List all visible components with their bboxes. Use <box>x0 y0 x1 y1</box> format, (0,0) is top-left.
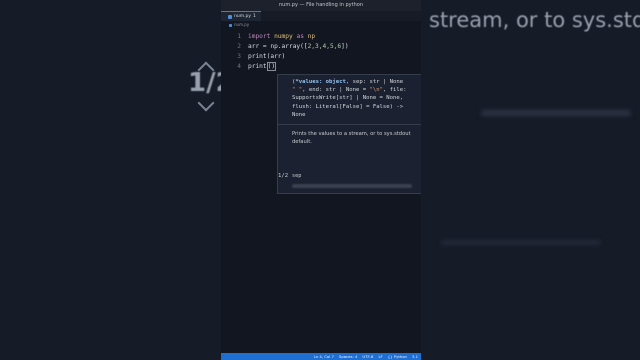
code-line: 4 print() <box>221 62 277 71</box>
status-python-version[interactable]: 3.1 <box>412 354 418 359</box>
doc-text: Prints the values to a stream, or to sys… <box>278 127 421 148</box>
tab-bar: num.py 1 <box>221 11 421 21</box>
sig-rest: , sep: str | None <box>345 79 404 85</box>
code-text: ]) <box>341 43 349 50</box>
line-code: print() <box>248 62 277 71</box>
python-file-icon <box>229 23 232 27</box>
line-number: 2 <box>237 43 241 50</box>
status-bar: Ln 4, Col 7 Spaces: 4 UTF-8 LF {} Python… <box>221 353 421 360</box>
line-number: 1 <box>237 33 241 40</box>
code-text: arr = np.array([ <box>248 43 308 50</box>
sig-line: flush: Literal[False] = False) -> <box>292 103 404 110</box>
signature-help-popup[interactable]: (*values: object, sep: str | None " ", e… <box>277 74 421 194</box>
keyword-import: import <box>248 33 271 40</box>
status-language[interactable]: {} Python <box>388 354 407 359</box>
python-file-icon <box>228 14 232 19</box>
background-right: stream, or to sys.stdout <box>421 0 640 360</box>
keyword-as: as <box>296 33 304 40</box>
window-title: num.py — File handling in python <box>221 0 421 11</box>
module-alias: np <box>307 33 316 40</box>
active-parameter: *values: object <box>295 79 346 85</box>
background-doc-text: stream, or to sys.stdout <box>429 8 640 32</box>
breadcrumb[interactable]: num.py <box>221 21 421 29</box>
sig-rest: , end: str | None = <box>302 87 370 94</box>
sig-line: SupportsWrite[str] | None = None, <box>292 95 404 102</box>
status-cursor-position[interactable]: Ln 4, Col 7 <box>314 354 334 359</box>
doc-more-blur <box>292 184 412 188</box>
tab-label: num.py <box>234 14 252 19</box>
code-line: 2 arr = np.array([2,3,4,5,6]) <box>221 42 349 51</box>
line-number: 4 <box>237 63 241 70</box>
status-eol[interactable]: LF <box>378 354 382 359</box>
code-editor[interactable]: 1 import numpy as np 2 arr = np.array([2… <box>221 29 421 347</box>
divider <box>278 124 421 125</box>
line-code: print(arr) <box>248 53 286 60</box>
background-blur-line <box>441 240 601 245</box>
code-numbers: 2,3,4,5,6 <box>307 43 342 50</box>
code-line: 3 print(arr) <box>221 52 285 61</box>
line-number: 3 <box>237 53 241 60</box>
doc-line: default. <box>292 138 312 145</box>
background-left: 1/2 <box>0 0 221 360</box>
editor-window: num.py — File handling in python num.py … <box>221 0 421 360</box>
signature-text: (*values: object, sep: str | None " ", e… <box>278 75 421 122</box>
breadcrumb-file: num.py <box>234 22 250 27</box>
sig-line: None <box>292 111 306 118</box>
tab-num-py[interactable]: num.py 1 <box>221 11 261 21</box>
overload-pager[interactable]: 1/2 <box>278 173 288 179</box>
status-indentation[interactable]: Spaces: 4 <box>339 354 357 359</box>
problems-badge: 1 <box>253 14 256 19</box>
bracket-match: () <box>266 62 277 71</box>
background-blur-line <box>481 110 631 116</box>
line-code: arr = np.array([2,3,4,5,6]) <box>248 43 349 50</box>
line-code: import numpy as np <box>248 33 315 40</box>
doc-line: Prints the values to a stream, or to sys… <box>292 130 411 137</box>
param-sep-label: sep <box>292 173 302 179</box>
code-line: 1 import numpy as np <box>221 32 315 41</box>
status-encoding[interactable]: UTF-8 <box>362 354 373 359</box>
code-text: print <box>248 63 267 70</box>
sig-rest: , file: <box>382 87 407 94</box>
sig-string: " " <box>292 87 303 94</box>
module-name: numpy <box>274 33 293 40</box>
sig-string: "\n" <box>369 87 383 94</box>
